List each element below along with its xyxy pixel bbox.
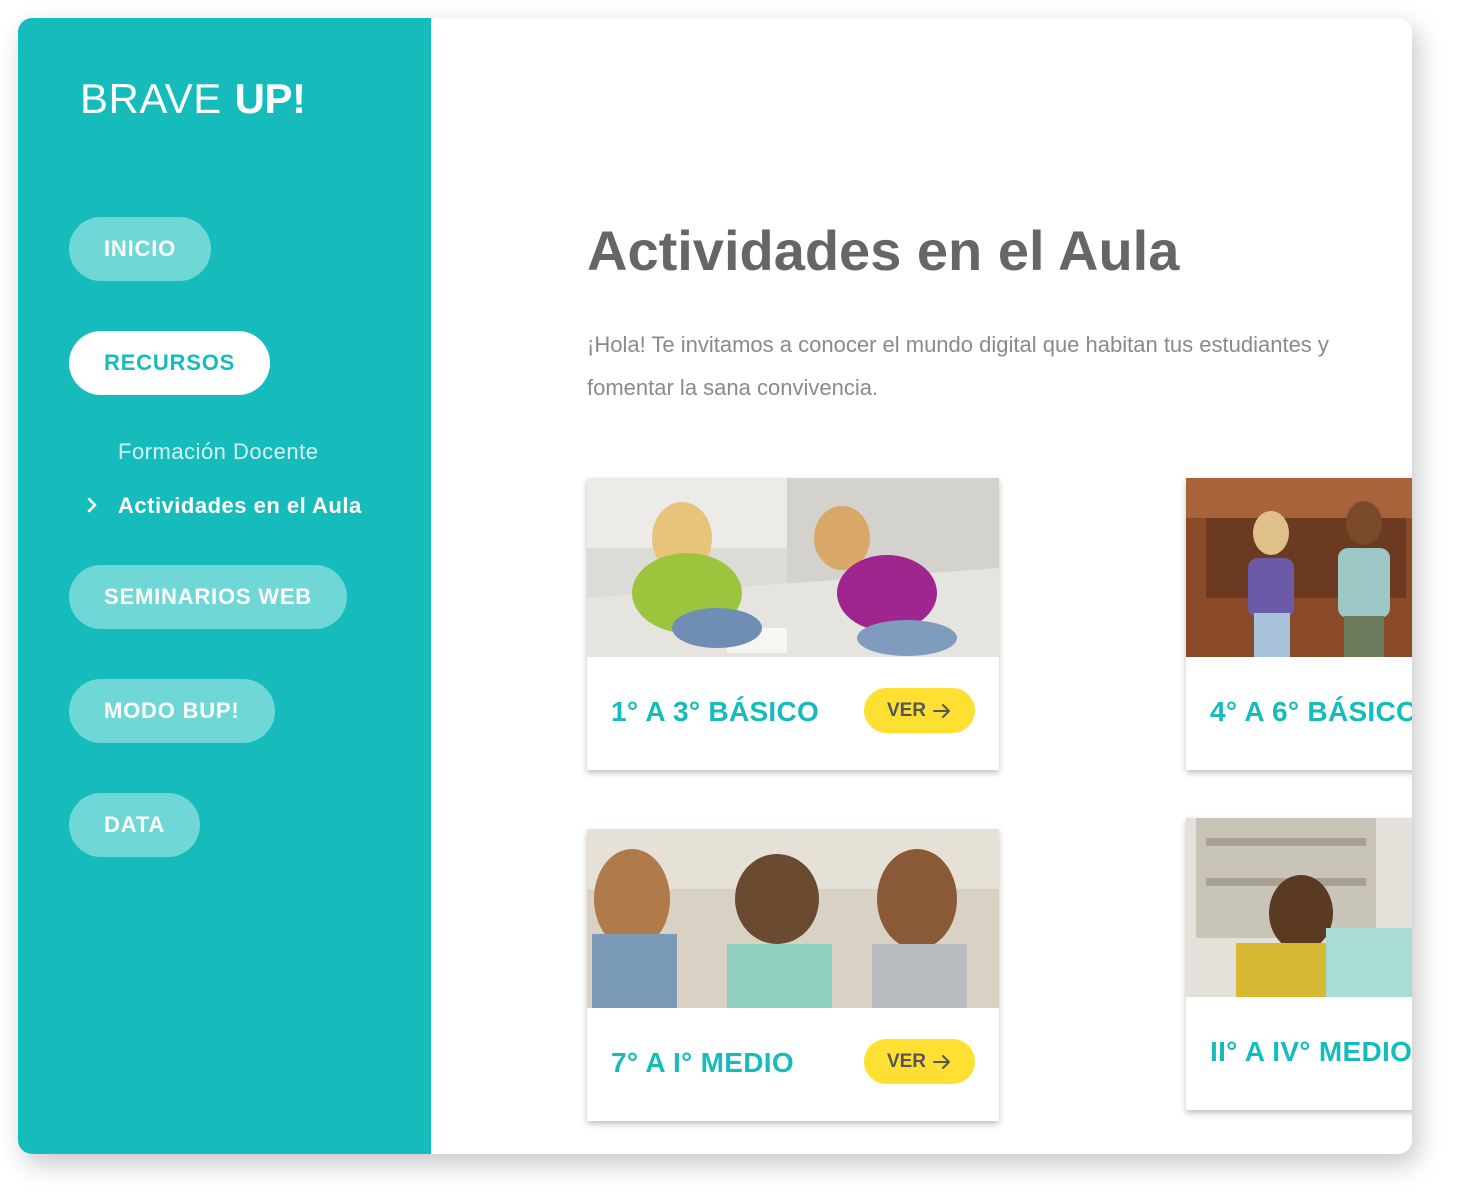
ver-button-label: VER [886,1050,927,1072]
card-photo [587,829,999,1008]
nav-recursos-button[interactable]: RECURSOS [69,331,271,395]
card-label: 7° A I° MEDIO [611,1047,794,1078]
nav-modo-bup-button[interactable]: MODO BUP! [69,679,275,743]
ver-button[interactable]: VER [864,1039,975,1084]
card-photo [587,478,999,657]
card-ii-iv-medio[interactable]: II° A IV° MEDIO [1186,818,1412,1110]
ver-button-label: VER [886,699,927,721]
chevron-right-icon [87,497,97,513]
card-label: 1° A 3° BÁSICO [611,696,820,727]
sidebar: BRAVE UP! INICIO RECURSOS Formación Doce… [18,18,431,1154]
card-photo [1186,478,1412,657]
logo-bold-text: UP! [234,75,306,122]
page-title: Actividades en el Aula [587,219,1180,282]
subnav-actividades-aula[interactable]: Actividades en el Aula [118,493,362,519]
arrow-right-icon [933,703,951,718]
nav-inicio-button[interactable]: INICIO [69,217,212,281]
arrow-right-icon [933,1054,951,1069]
card-label: 4° A 6° BÁSICO [1210,696,1412,727]
intro-text: ¡Hola! Te invitamos a conocer el mundo d… [587,332,1329,400]
card-4-6-basico[interactable]: 4° A 6° BÁSICO [1186,478,1412,770]
nav-seminarios-web-button[interactable]: SEMINARIOS WEB [69,565,347,629]
card-label: II° A IV° MEDIO [1210,1036,1412,1067]
card-1-3-basico[interactable]: 1° A 3° BÁSICO VER [587,478,999,770]
card-photo [1186,818,1412,997]
subnav-formacion-docente[interactable]: Formación Docente [118,439,318,465]
card-7-i-medio[interactable]: 7° A I° MEDIO VER [587,829,999,1121]
logo-light-text: BRAVE [80,75,222,122]
nav-data-button[interactable]: DATA [69,793,201,857]
brand-logo[interactable]: BRAVE UP! [80,74,306,123]
ver-button[interactable]: VER [864,688,975,733]
app-window: BRAVE UP! INICIO RECURSOS Formación Doce… [18,18,1412,1154]
